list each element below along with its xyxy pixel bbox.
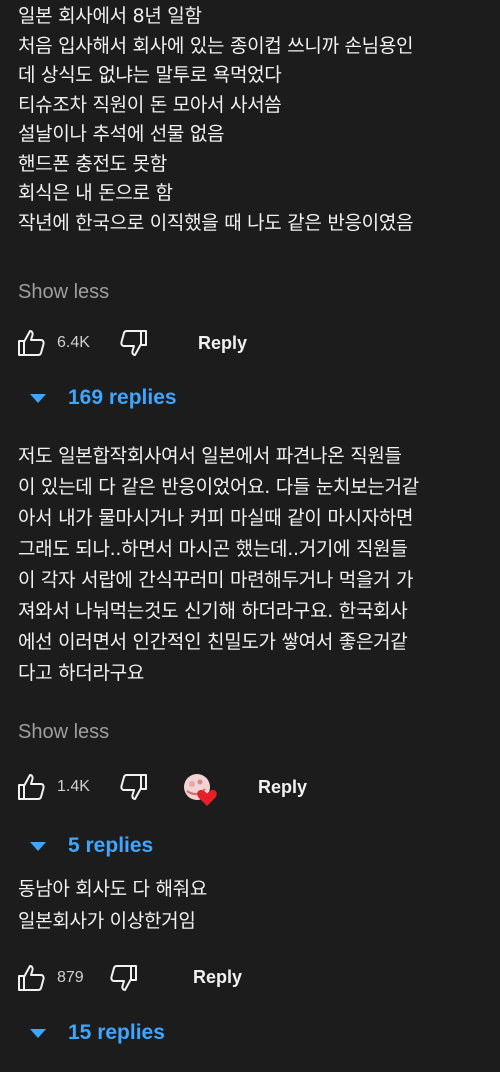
view-replies-button[interactable]: 169 replies — [30, 386, 177, 410]
thumbs-down-icon[interactable] — [107, 961, 141, 995]
reply-button[interactable]: Reply — [258, 777, 307, 798]
comment-line: 이 있는데 다 같은 반응이었어요. 다들 눈치보는거같 — [18, 476, 419, 498]
thumbs-down-icon[interactable] — [117, 326, 151, 360]
comment-actions: 1.4K — [14, 770, 151, 804]
comment-line: 작년에 한국으로 이직했을 때 나도 같은 반응이였음 — [18, 211, 414, 234]
comment-line: 그래도 되나..하면서 마시곤 했는데..거기에 직원들 — [18, 538, 408, 560]
comment-line: 아서 내가 물마시거나 커피 마실때 같이 마시자하면 — [18, 507, 414, 529]
thumbs-up-icon[interactable] — [14, 326, 48, 360]
thumbs-up-icon[interactable] — [14, 961, 48, 995]
comment-line: 일본회사가 이상한거임 — [18, 910, 196, 932]
thumbs-up-icon[interactable] — [14, 770, 48, 804]
creator-heart-icon — [180, 771, 220, 807]
thumbs-down-icon[interactable] — [117, 770, 151, 804]
like-count: 1.4K — [57, 778, 90, 795]
comment-line: 티슈조차 직원이 돈 모아서 사서씀 — [18, 93, 282, 116]
view-replies-button[interactable]: 5 replies — [30, 834, 153, 858]
comment-line: 데 상식도 없냐는 말투로 욕먹었다 — [18, 64, 282, 86]
caret-down-icon — [30, 1028, 46, 1038]
comment-text: 동남아 회사도 다 해줘요 일본회사가 이상한거임 — [18, 873, 490, 937]
reply-button[interactable]: Reply — [193, 967, 242, 988]
replies-count-label: 5 replies — [68, 834, 154, 857]
comment-line: 처음 입사해서 회사에 있는 종이컵 쓰니까 손님용인 — [18, 34, 414, 57]
comment-line: 회식은 내 돈으로 함 — [18, 182, 173, 204]
comment-line: 이 각자 서랍에 간식꾸러미 마련해두거나 먹을거 가 — [18, 569, 414, 591]
like-count: 6.4K — [57, 334, 90, 351]
comment-line: 동남아 회사도 다 해줘요 — [18, 878, 208, 900]
replies-count-label: 15 replies — [68, 1021, 165, 1044]
comment-line: 에선 이러면서 인간적인 친밀도가 쌓여서 좋은거같 — [18, 631, 408, 653]
like-count: 879 — [57, 969, 84, 986]
comment-line: 일본 회사에서 8년 일함 — [18, 5, 202, 27]
comment-line: 설날이나 추석에 선물 없음 — [18, 123, 225, 145]
view-replies-button[interactable]: 15 replies — [30, 1021, 165, 1045]
caret-down-icon — [30, 841, 46, 851]
reply-button[interactable]: Reply — [198, 333, 247, 354]
replies-count-label: 169 replies — [68, 386, 177, 409]
comment-text: 일본 회사에서 8년 일함 처음 입사해서 회사에 있는 종이컵 쓰니까 손님용… — [18, 2, 490, 238]
comment-actions: 6.4K — [14, 326, 151, 360]
comment-text: 저도 일본합작회사여서 일본에서 파견나온 직원들 이 있는데 다 같은 반응이… — [18, 441, 490, 689]
comment-line: 다고 하더라구요 — [18, 662, 145, 684]
caret-down-icon — [30, 393, 46, 403]
comment-line: 핸드폰 충전도 못함 — [18, 152, 167, 175]
comment-line: 져와서 나눠먹는것도 신기해 하더라구요. 한국회사 — [18, 600, 408, 622]
show-less-link[interactable]: Show less — [18, 281, 109, 304]
show-less-link[interactable]: Show less — [18, 721, 109, 744]
comment-line: 저도 일본합작회사여서 일본에서 파견나온 직원들 — [18, 445, 402, 467]
comment-actions: 879 — [14, 961, 141, 995]
